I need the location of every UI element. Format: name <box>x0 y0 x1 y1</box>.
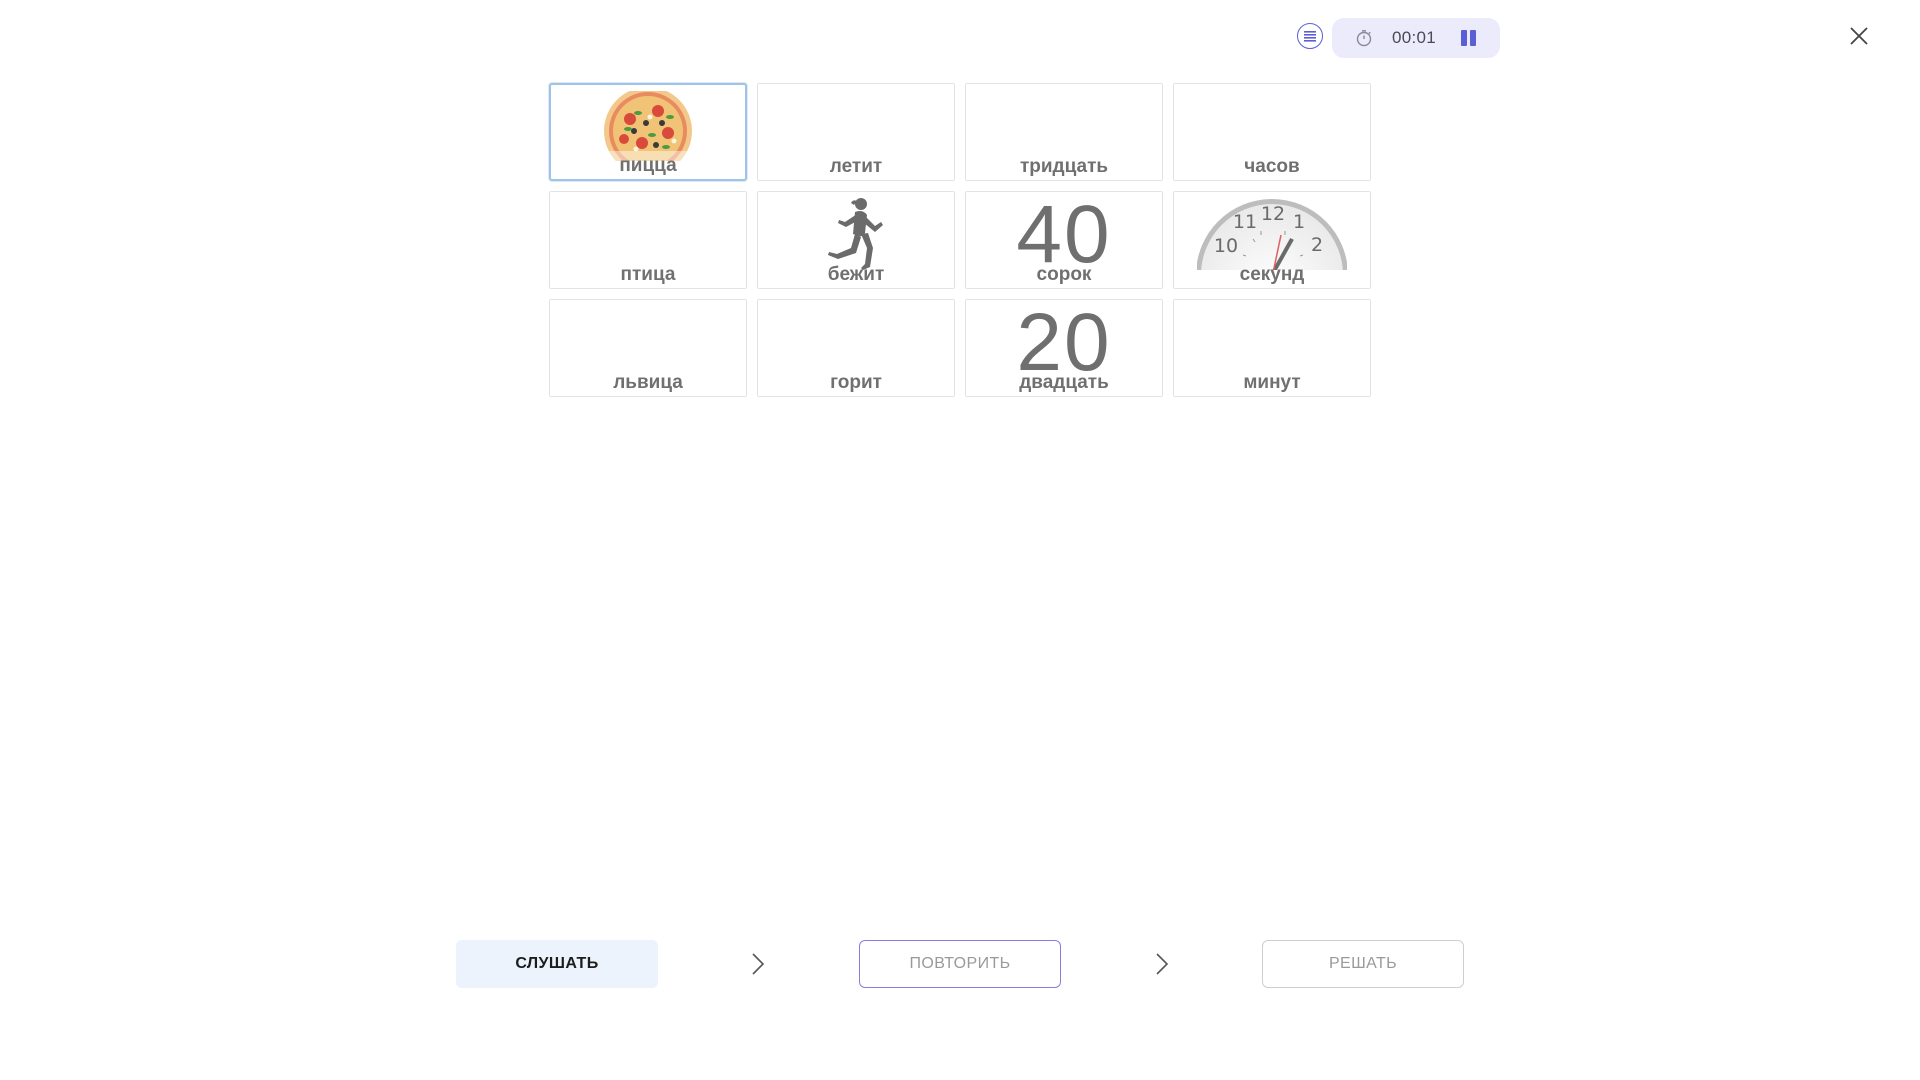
card-number: 40 <box>1016 192 1112 271</box>
clock-number: 12 <box>1261 203 1285 225</box>
clock-number: 2 <box>1311 234 1323 256</box>
repeat-button[interactable]: ПОВТОРИТЬ <box>859 940 1061 988</box>
card-word: львица <box>613 372 683 393</box>
word-card[interactable]: пицца <box>549 83 747 181</box>
word-card[interactable]: львица <box>549 299 747 397</box>
card-word: двадцать <box>1019 372 1109 393</box>
close-icon[interactable] <box>1847 24 1871 48</box>
clock-face-image: 10 11 12 1 2 <box>1174 192 1370 270</box>
chevron-right-icon <box>1156 953 1169 975</box>
runner-image <box>758 192 954 270</box>
listen-button[interactable]: СЛУШАТЬ <box>456 940 658 988</box>
card-word: горит <box>830 372 882 393</box>
word-card[interactable]: минут <box>1173 299 1371 397</box>
card-word: пицца <box>619 155 677 176</box>
clock-number: 1 <box>1293 211 1305 233</box>
card-number: 20 <box>1016 300 1112 379</box>
solve-button[interactable]: РЕШАТЬ <box>1262 940 1464 988</box>
number-image: 20 <box>966 300 1162 379</box>
word-card[interactable]: птица <box>549 191 747 289</box>
card-word: летит <box>829 156 883 177</box>
word-card[interactable]: 40 сорок <box>965 191 1163 289</box>
clock-number: 11 <box>1233 211 1257 233</box>
pizza-image <box>551 85 745 161</box>
word-card[interactable]: бежит <box>757 191 955 289</box>
timer-panel: 00:01 <box>1332 18 1500 58</box>
card-word: минут <box>1243 372 1301 393</box>
word-card[interactable]: 20 двадцать <box>965 299 1163 397</box>
card-word: секунд <box>1239 264 1305 285</box>
card-word: сорок <box>1036 264 1092 285</box>
card-word: птица <box>620 264 676 285</box>
card-word: часов <box>1244 156 1300 177</box>
word-card[interactable]: тридцать <box>965 83 1163 181</box>
word-card[interactable]: 10 11 12 1 2 секунд <box>1173 191 1371 289</box>
number-image: 40 <box>966 192 1162 271</box>
card-word: тридцать <box>1019 156 1109 177</box>
timer-value: 00:01 <box>1392 28 1437 47</box>
task-list-button[interactable] <box>1297 23 1323 49</box>
chevron-right-icon <box>752 953 765 975</box>
card-word: бежит <box>827 264 885 285</box>
list-icon <box>1304 31 1316 42</box>
word-card[interactable]: горит <box>757 299 955 397</box>
word-grid: пицца летит тридцать часов птица бежит 4… <box>549 83 1371 397</box>
clock-number: 10 <box>1214 235 1238 257</box>
word-card[interactable]: часов <box>1173 83 1371 181</box>
exercise-page: 00:01 пицца летит тридцать часов птица б… <box>0 0 1920 1080</box>
pause-button[interactable] <box>1458 29 1478 47</box>
stopwatch-icon <box>1356 30 1372 47</box>
word-card[interactable]: летит <box>757 83 955 181</box>
